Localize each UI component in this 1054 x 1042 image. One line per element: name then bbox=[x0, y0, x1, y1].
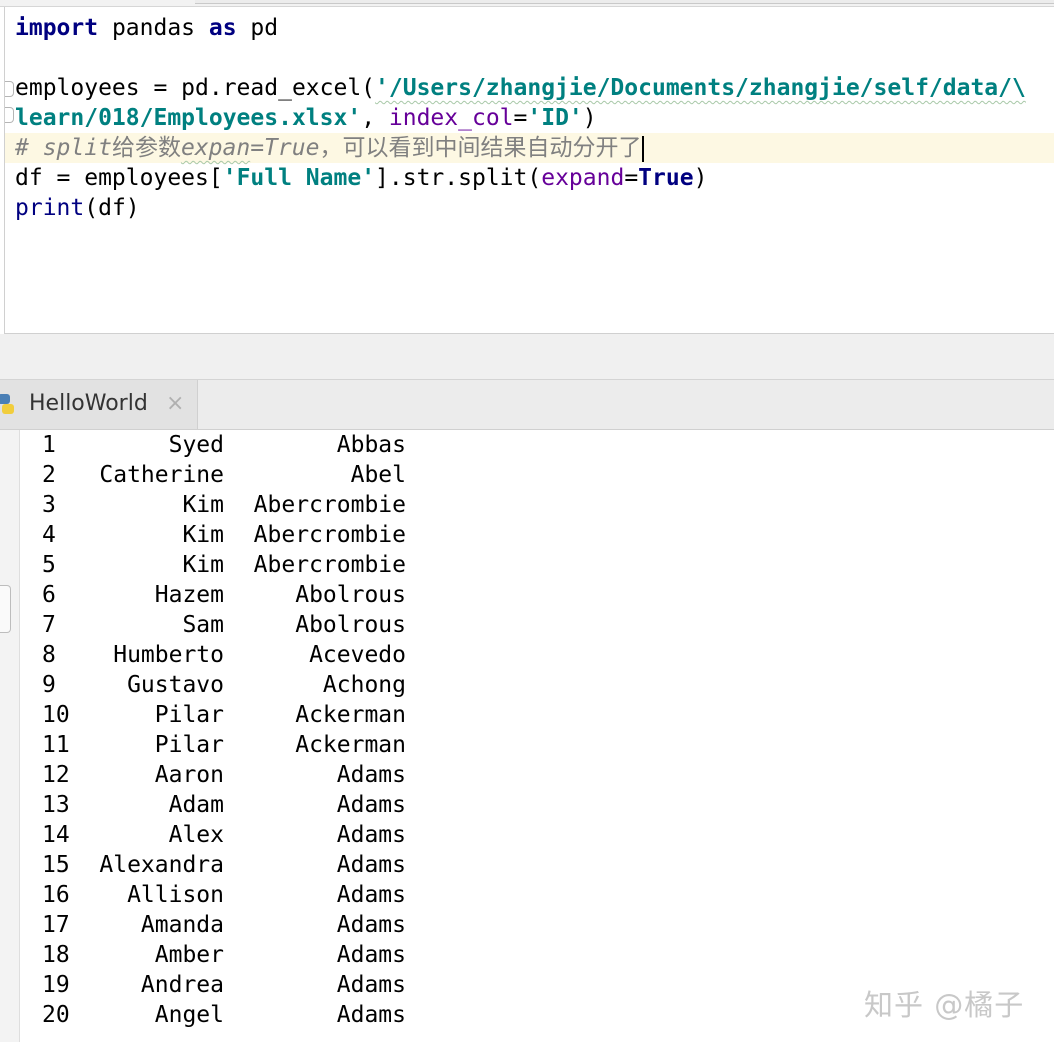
code-line-6: df = employees['Full Name'].str.split(ex… bbox=[15, 163, 707, 193]
comment-text: 给参数 bbox=[111, 135, 181, 161]
last-name-cell: Achong bbox=[322, 672, 406, 698]
output-row: 5 Kim Abercrombie bbox=[0, 550, 1054, 580]
code-text: (df) bbox=[84, 195, 140, 221]
code-text: ].str.split( bbox=[375, 165, 542, 191]
tab-label: HelloWorld bbox=[29, 391, 148, 416]
output-row: 12 Aaron Adams bbox=[0, 760, 1054, 790]
output-row: 15 Alexandra Adams bbox=[0, 850, 1054, 880]
run-console-output[interactable]: 1 Syed Abbas 2 Catherine Abel 3 Kim Abercrombie 4… bbox=[0, 430, 1054, 1042]
output-row: 10 Pilar Ackerman bbox=[0, 700, 1054, 730]
code-line-3: employees = pd.read_excel('/Users/zhangj… bbox=[15, 73, 1026, 103]
last-name-cell: Abolrous bbox=[295, 582, 406, 608]
comment-text: expan bbox=[180, 135, 251, 161]
output-row: 14 Alex Adams bbox=[0, 820, 1054, 850]
tab-helloworld[interactable]: HelloWorld × bbox=[0, 380, 198, 429]
last-name-cell: Ackerman bbox=[295, 732, 406, 758]
fold-marker[interactable] bbox=[5, 81, 14, 97]
comment-text: # split bbox=[15, 135, 112, 161]
panel-splitter[interactable] bbox=[0, 334, 1054, 380]
param-expand: expand bbox=[541, 165, 625, 191]
run-tab-bar: HelloWorld × bbox=[0, 380, 1054, 430]
comment-text: ，可以看到中间结果自动分开了 bbox=[319, 135, 642, 161]
last-name-cell: Adams bbox=[336, 912, 406, 938]
output-row: 9 Gustavo Achong bbox=[0, 670, 1054, 700]
code-text: pd bbox=[236, 15, 279, 41]
last-name-cell: Adams bbox=[336, 1002, 406, 1028]
last-name-cell: Abercrombie bbox=[253, 522, 406, 548]
output-row: 4 Kim Abercrombie bbox=[0, 520, 1054, 550]
last-name-cell: Adams bbox=[336, 792, 406, 818]
last-name-cell: Abel bbox=[350, 462, 406, 488]
last-name-cell: Adams bbox=[336, 972, 406, 998]
code-text: employees = pd.read_excel( bbox=[15, 75, 376, 101]
string-literal-id: 'ID' bbox=[527, 105, 583, 131]
last-name-cell: Abbas bbox=[336, 432, 406, 458]
keyword-import: import bbox=[15, 15, 99, 41]
output-row: 17 Amanda Adams bbox=[0, 910, 1054, 940]
code-line-5-comment: # split给参数expan=True，可以看到中间结果自动分开了 bbox=[15, 133, 645, 163]
code-text: df = employees[ bbox=[15, 165, 223, 191]
output-row: 2 Catherine Abel bbox=[0, 460, 1054, 490]
output-row: 11 Pilar Ackerman bbox=[0, 730, 1054, 760]
python-icon bbox=[0, 394, 14, 414]
code-text: ) bbox=[582, 105, 597, 131]
code-line-7: print(df) bbox=[15, 193, 140, 223]
output-row: 16 Allison Adams bbox=[0, 880, 1054, 910]
code-editor[interactable]: import pandas as pd employees = pd.read_… bbox=[4, 7, 1054, 334]
last-name-cell: Adams bbox=[336, 852, 406, 878]
output-row: 1 Syed Abbas bbox=[0, 430, 1054, 460]
output-row: 13 Adam Adams bbox=[0, 790, 1054, 820]
top-strip bbox=[0, 0, 1054, 7]
fold-marker[interactable] bbox=[5, 107, 14, 123]
last-name-cell: Adams bbox=[336, 942, 406, 968]
string-literal-path-end: learn/018/Employees.xlsx' bbox=[15, 105, 362, 131]
keyword-true: True bbox=[638, 165, 694, 191]
text-caret bbox=[642, 135, 645, 162]
code-line-1: import pandas as pd bbox=[15, 13, 278, 43]
code-text: , bbox=[361, 105, 389, 131]
watermark: 知乎 @橘子 bbox=[864, 988, 1025, 1022]
close-icon[interactable]: × bbox=[166, 391, 184, 416]
code-text: ) bbox=[693, 165, 708, 191]
last-name-cell: Ackerman bbox=[295, 702, 406, 728]
output-row: 6 Hazem Abolrous bbox=[0, 580, 1054, 610]
code-text: pandas bbox=[98, 15, 209, 41]
keyword-as: as bbox=[208, 15, 237, 41]
last-name-cell: Adams bbox=[336, 822, 406, 848]
string-literal-full-name: 'Full Name' bbox=[222, 165, 376, 191]
comment-text: =True bbox=[250, 135, 320, 161]
last-name-cell: Abercrombie bbox=[253, 492, 406, 518]
code-text: = bbox=[624, 165, 639, 191]
string-literal-path: '/Users/zhangjie/Documents/zhangjie/self… bbox=[375, 75, 1026, 101]
last-name-cell: Acevedo bbox=[309, 642, 406, 668]
code-text: = bbox=[513, 105, 528, 131]
last-name-cell: Abolrous bbox=[295, 612, 406, 638]
code-line-4: learn/018/Employees.xlsx', index_col='ID… bbox=[15, 103, 597, 133]
last-name-cell: Abercrombie bbox=[253, 552, 406, 578]
output-row: 3 Kim Abercrombie bbox=[0, 490, 1054, 520]
output-row: 18 Amber Adams bbox=[0, 940, 1054, 970]
builtin-print: print bbox=[15, 195, 85, 221]
param-index-col: index_col bbox=[388, 105, 514, 131]
top-strip-segment bbox=[195, 0, 1054, 4]
output-row: 8 Humberto Acevedo bbox=[0, 640, 1054, 670]
last-name-cell: Adams bbox=[336, 762, 406, 788]
last-name-cell: Adams bbox=[336, 882, 406, 908]
output-row: 7 Sam Abolrous bbox=[0, 610, 1054, 640]
